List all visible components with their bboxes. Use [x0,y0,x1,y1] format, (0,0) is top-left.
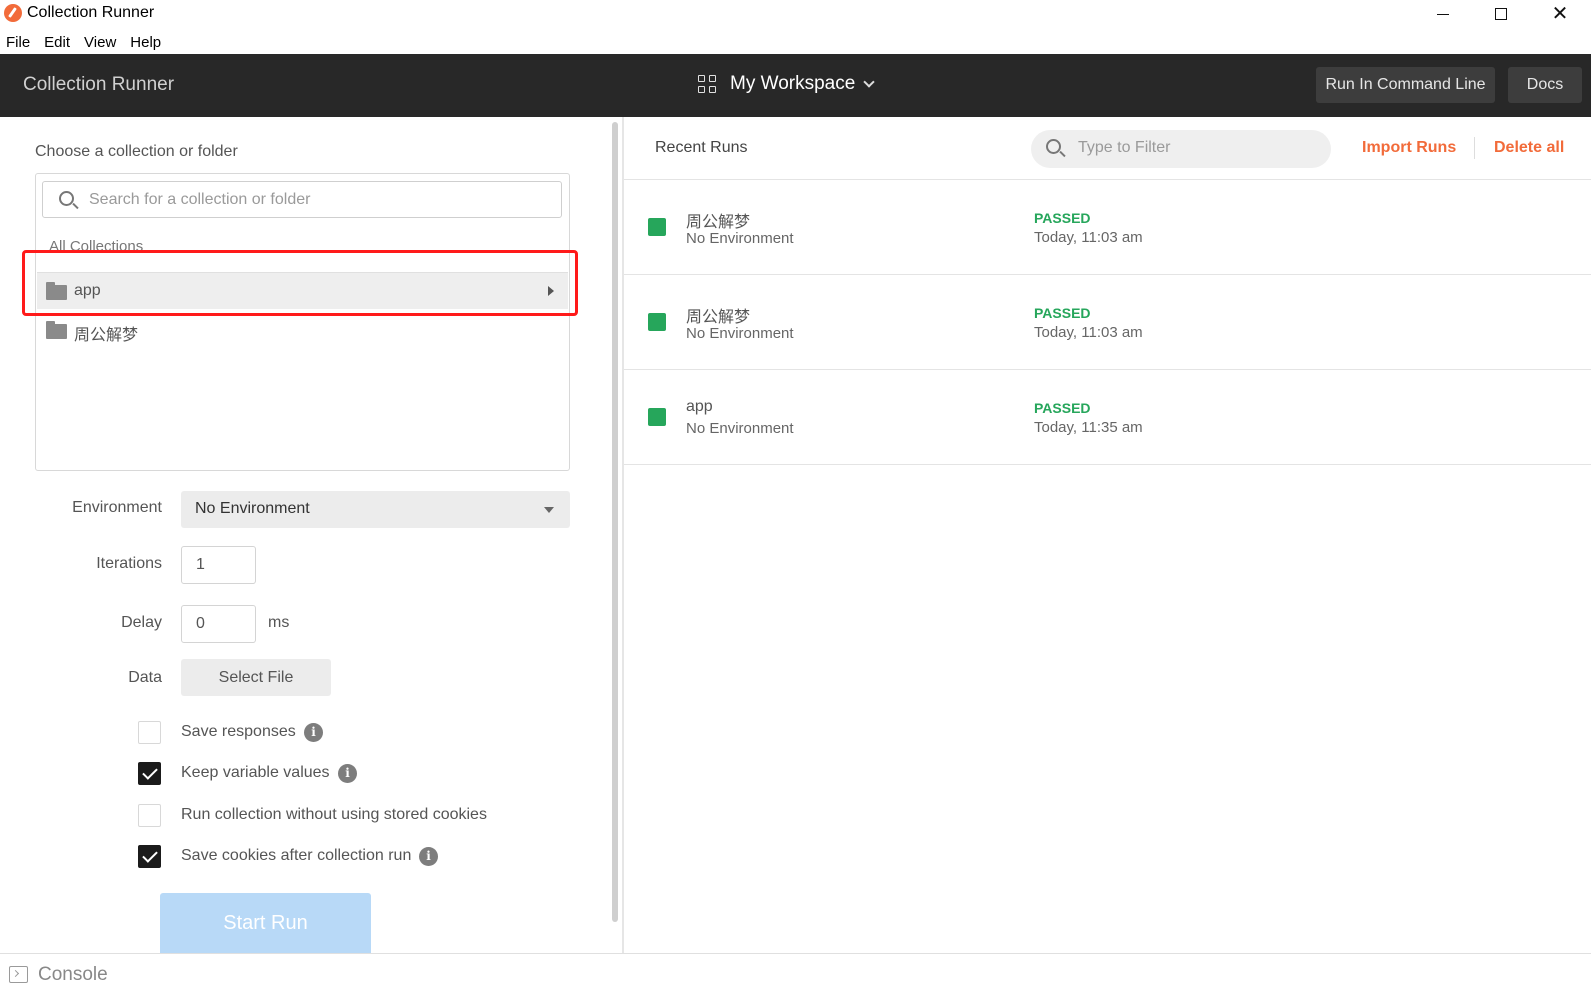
save-responses-checkbox[interactable] [138,721,161,744]
run-status: PASSED [1034,305,1091,321]
left-scrollbar[interactable] [612,122,618,922]
delete-all-link[interactable]: Delete all [1494,139,1564,157]
grid-icon [698,75,716,93]
link-separator [1474,137,1475,159]
environment-label: Environment [72,499,162,516]
run-time: Today, 11:03 am [1034,324,1143,341]
info-icon[interactable]: i [304,723,323,742]
menu-file[interactable]: File [0,30,37,54]
status-bar: Console [0,953,1591,994]
minimize-button[interactable] [1414,0,1472,28]
iterations-value: 1 [196,556,205,573]
workspace-name: My Workspace [730,73,856,94]
maximize-button[interactable] [1472,0,1530,28]
maximize-icon [1495,8,1507,20]
close-button[interactable]: ✕ [1531,0,1589,28]
import-runs-link[interactable]: Import Runs [1362,139,1456,157]
run-name: app [686,398,713,415]
run-name: 周公解梦 [686,214,751,231]
run-status: PASSED [1034,400,1091,416]
run-in-command-line-button[interactable]: Run In Command Line [1316,67,1495,103]
choose-collection-label: Choose a collection or folder [35,143,238,160]
environment-select[interactable]: No Environment [181,491,570,528]
menu-help[interactable]: Help [124,30,168,54]
environment-value: No Environment [195,500,310,517]
chevron-down-icon [863,75,875,88]
close-icon: ✕ [1551,3,1569,25]
filter-placeholder: Type to Filter [1078,139,1171,156]
status-dot-icon [648,218,666,236]
menu-view[interactable]: View [78,30,123,54]
delay-unit: ms [268,614,290,631]
app-header: Collection Runner My Workspace Run In Co… [0,54,1591,117]
run-time: Today, 11:03 am [1034,229,1143,246]
run-environment: No Environment [686,420,794,437]
delay-label: Delay [121,614,162,631]
run-row[interactable]: app No Environment PASSED Today, 11:35 a… [624,370,1591,465]
start-run-button[interactable]: Start Run [160,893,371,953]
iterations-input[interactable]: 1 [181,546,256,584]
search-icon [59,191,74,206]
red-highlight-annotation [22,250,578,316]
delay-input[interactable]: 0 [181,605,256,643]
run-without-cookies-label: Run collection without using stored cook… [181,806,487,823]
window-titlebar: Collection Runner ✕ [0,0,1591,28]
workspace-switcher[interactable]: My Workspace [698,73,875,95]
postman-logo-icon [4,4,22,22]
collection-item-zhougong[interactable]: 周公解梦 [37,312,568,349]
folder-icon [46,321,67,339]
run-time: Today, 11:35 am [1034,419,1143,436]
info-icon[interactable]: i [419,847,438,866]
minimize-icon [1437,13,1449,15]
run-name: 周公解梦 [686,309,751,326]
run-row[interactable]: 周公解梦 No Environment PASSED Today, 11:03 … [624,180,1591,275]
console-button[interactable]: Console [38,964,108,986]
docs-button[interactable]: Docs [1508,67,1582,103]
collection-search-input[interactable]: Search for a collection or folder [42,181,562,218]
menu-bar: File Edit View Help [0,30,1591,54]
select-file-button[interactable]: Select File [181,659,331,696]
run-environment: No Environment [686,230,794,247]
status-dot-icon [648,408,666,426]
iterations-label: Iterations [96,555,162,572]
info-icon[interactable]: i [338,764,357,783]
window-title: Collection Runner [27,4,155,21]
data-label: Data [128,669,162,686]
run-environment: No Environment [686,325,794,342]
search-icon [1046,139,1061,154]
header-brand: Collection Runner [23,74,175,95]
delay-value: 0 [196,615,205,632]
run-row[interactable]: 周公解梦 No Environment PASSED Today, 11:03 … [624,275,1591,370]
filter-input[interactable]: Type to Filter [1031,130,1331,168]
collection-search-placeholder: Search for a collection or folder [89,191,311,208]
save-cookies-label: Save cookies after collection run [181,847,412,864]
keep-variable-values-label: Keep variable values [181,764,330,781]
console-icon[interactable] [9,966,28,983]
run-without-cookies-checkbox[interactable] [138,804,161,827]
save-cookies-checkbox[interactable] [138,845,161,868]
dropdown-caret-icon [544,507,554,513]
save-responses-label: Save responses [181,723,296,740]
status-dot-icon [648,313,666,331]
keep-variable-values-checkbox[interactable] [138,762,161,785]
collection-name: 周公解梦 [74,327,139,344]
run-status: PASSED [1034,210,1091,226]
menu-edit[interactable]: Edit [38,30,77,54]
recent-runs-label: Recent Runs [655,139,748,156]
